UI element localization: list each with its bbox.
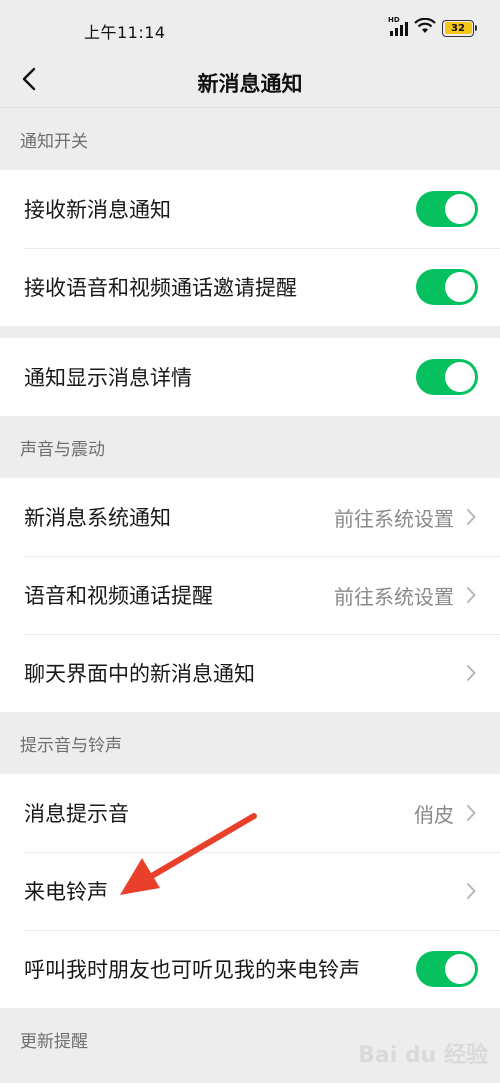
row-message-tone[interactable]: 消息提示音 俏皮 [0, 774, 500, 852]
row-friends-hear-ringtone: 呼叫我时朋友也可听见我的来电铃声 [0, 930, 500, 1008]
status-icons: HD 32 [388, 16, 477, 38]
row-value: 前往系统设置 [334, 584, 454, 609]
battery-level: 32 [444, 22, 472, 34]
group-ringtone: 消息提示音 俏皮 来电铃声 呼叫我时朋友也可听见我的来电铃声 [0, 774, 500, 1008]
section-header-sound: 声音与震动 [20, 439, 105, 460]
toggle-knob [445, 954, 475, 984]
toggle-show-message-detail[interactable] [416, 359, 478, 395]
chevron-right-icon [466, 585, 478, 605]
row-label: 聊天界面中的新消息通知 [24, 662, 255, 686]
row-receive-new-message: 接收新消息通知 [0, 170, 500, 248]
row-incoming-ringtone[interactable]: 来电铃声 [0, 852, 500, 930]
row-chat-notification[interactable]: 聊天界面中的新消息通知 [0, 634, 500, 712]
row-call-invite-reminder: 接收语音和视频通话邀请提醒 [0, 248, 500, 326]
row-label: 接收新消息通知 [24, 198, 171, 222]
row-label: 接收语音和视频通话邀请提醒 [24, 276, 297, 300]
chevron-right-icon [466, 663, 478, 683]
row-value: 俏皮 [414, 802, 454, 827]
battery-icon: 32 [442, 19, 477, 37]
toggle-friends-hear-ringtone[interactable] [416, 951, 478, 987]
row-label: 来电铃声 [24, 880, 108, 904]
row-value: 前往系统设置 [334, 506, 454, 531]
group-sound: 新消息系统通知 前往系统设置 语音和视频通话提醒 前往系统设置 聊天界面中的新消… [0, 478, 500, 712]
chevron-right-icon [466, 803, 478, 823]
row-label: 呼叫我时朋友也可听见我的来电铃声 [24, 958, 360, 982]
chevron-right-icon [466, 507, 478, 527]
toggle-receive-new-message[interactable] [416, 191, 478, 227]
toggle-knob [445, 194, 475, 224]
signal-icon: HD [388, 16, 408, 36]
page-title: 新消息通知 [197, 72, 303, 96]
row-label: 语音和视频通话提醒 [24, 584, 213, 608]
watermark-text: Bai du 经验 [358, 1043, 488, 1068]
toggle-knob [445, 362, 475, 392]
group-detail: 通知显示消息详情 [0, 338, 500, 416]
section-header-notify: 通知开关 [20, 131, 88, 152]
chevron-right-icon [466, 881, 478, 901]
row-call-reminder[interactable]: 语音和视频通话提醒 前往系统设置 [0, 556, 500, 634]
row-label: 消息提示音 [24, 802, 129, 826]
status-bar: 上午11:14 HD 32 [0, 0, 500, 58]
group-notify: 接收新消息通知 接收语音和视频通话邀请提醒 [0, 170, 500, 326]
row-label: 通知显示消息详情 [24, 366, 192, 390]
wifi-icon [414, 17, 436, 38]
nav-bar: 新消息通知 [0, 58, 500, 108]
row-label: 新消息系统通知 [24, 506, 171, 530]
row-show-message-detail: 通知显示消息详情 [0, 338, 500, 416]
toggle-knob [445, 272, 475, 302]
network-label: HD [388, 16, 400, 24]
section-header-ringtone: 提示音与铃声 [20, 735, 122, 756]
toggle-call-invite-reminder[interactable] [416, 269, 478, 305]
baidu-watermark: Bai du 经验 [358, 1037, 488, 1069]
row-system-notification[interactable]: 新消息系统通知 前往系统设置 [0, 478, 500, 556]
status-time: 上午11:14 [84, 23, 166, 42]
